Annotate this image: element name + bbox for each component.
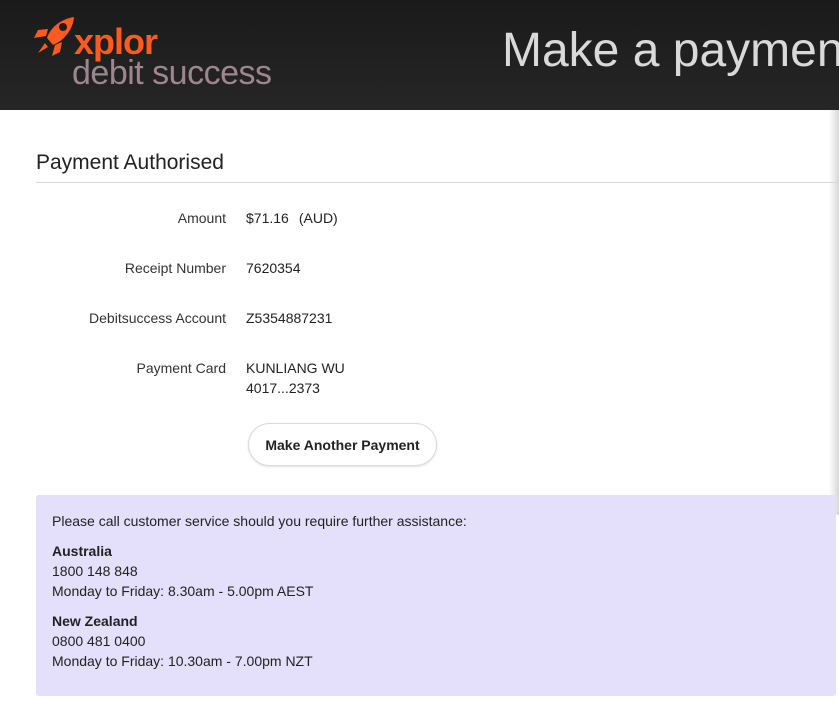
rocket-logo-icon	[34, 17, 74, 56]
support-region-name: New Zealand	[52, 613, 138, 629]
card-holder-name: KUNLIANG WU	[246, 360, 345, 376]
support-phone: 0800 481 0400	[52, 633, 146, 649]
receipt-value: 7620354	[246, 260, 301, 276]
amount-value: $71.16 (AUD)	[246, 208, 338, 228]
amount-currency: (AUD)	[298, 210, 338, 226]
support-phone: 1800 148 848	[52, 563, 138, 579]
brand-logo-debit-success: debit success	[72, 54, 272, 92]
support-info-box: Please call customer service should you …	[36, 495, 836, 696]
scrollbar-track[interactable]	[829, 110, 839, 515]
support-hours: Monday to Friday: 10.30am - 7.00pm NZT	[52, 653, 313, 669]
card-label: Payment Card	[136, 360, 226, 376]
page-header: xplor debit success Make a payment	[0, 0, 839, 110]
amount-label: Amount	[177, 210, 226, 226]
divider	[36, 182, 839, 183]
page-title: Make a payment	[502, 24, 839, 77]
section-heading: Payment Authorised	[36, 151, 224, 174]
amount-figure: $71.16	[246, 210, 289, 226]
account-label: Debitsuccess Account	[89, 310, 226, 326]
account-value: Z5354887231	[246, 310, 333, 326]
receipt-label: Receipt Number	[124, 260, 226, 276]
support-region-name: Australia	[52, 543, 112, 559]
make-another-payment-button[interactable]: Make Another Payment	[248, 423, 437, 466]
card-number: 4017...2373	[246, 380, 320, 396]
support-hours: Monday to Friday: 8.30am - 5.00pm AEST	[52, 583, 314, 599]
support-intro: Please call customer service should you …	[52, 513, 467, 529]
